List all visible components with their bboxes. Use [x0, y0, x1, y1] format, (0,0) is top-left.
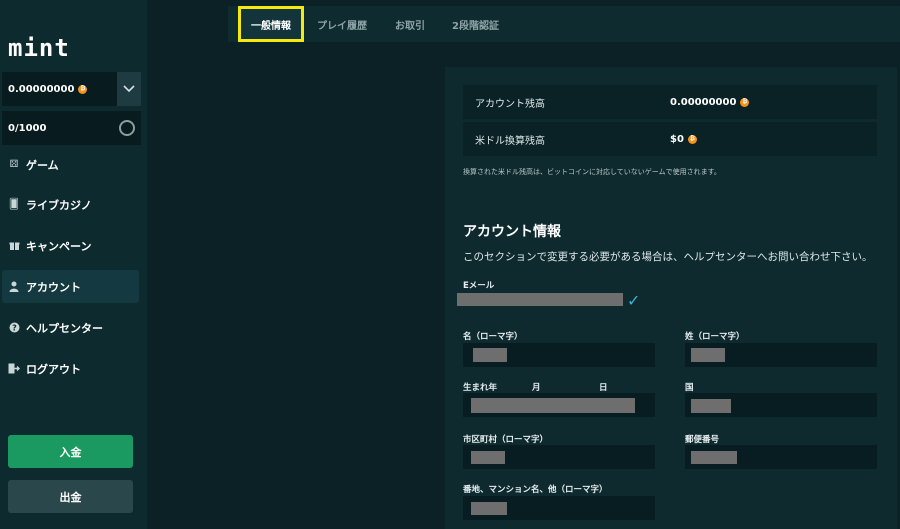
birth-month-label: 月 [532, 383, 541, 393]
address-value-redacted [471, 502, 507, 515]
sidebar-item-label: ログアウト [26, 362, 81, 376]
xp-progress: 0/1000 [2, 111, 141, 145]
account-tabs: 一般情報 プレイ履歴 お取引 2段階認証 [228, 6, 900, 42]
progress-ring-icon [119, 120, 135, 136]
city-value-redacted [471, 451, 505, 464]
wallet-balance[interactable]: 0.00000000 ₿ [2, 72, 141, 106]
help-icon: ? [8, 322, 20, 334]
sidebar-item-campaign[interactable]: キャンペーン [2, 229, 139, 262]
cards-icon: 🂠 [8, 199, 20, 210]
birth-date-value-redacted [471, 398, 635, 413]
city-field[interactable] [463, 445, 655, 469]
tab-transactions[interactable]: お取引 [395, 6, 425, 42]
sidebar-item-label: ゲーム [26, 158, 59, 172]
country-label: 国 [685, 383, 694, 393]
deposit-button[interactable]: 入金 [8, 435, 133, 468]
sidebar: mint 0.00000000 ₿ 0/1000 ⚄ ゲーム 🂠 ライブカジノ … [0, 0, 147, 529]
country-field[interactable] [685, 393, 877, 417]
account-info-title: アカウント情報 [463, 224, 561, 240]
last-name-value-redacted [691, 348, 725, 362]
last-name-field[interactable] [685, 343, 877, 367]
dice-icon: ⚄ [9, 159, 19, 170]
sidebar-item-account[interactable]: アカウント [2, 270, 139, 303]
chevron-down-icon [123, 85, 135, 93]
svg-text:?: ? [12, 323, 17, 332]
usd-balance-value: $0 [670, 133, 684, 145]
sidebar-item-live-casino[interactable]: 🂠 ライブカジノ [2, 188, 139, 221]
tab-general-info[interactable]: 一般情報 [238, 6, 304, 42]
bitcoin-icon: ₿ [78, 84, 88, 94]
bitcoin-icon: ₿ [740, 97, 750, 107]
usd-balance-note: 換算された米ドル残高は、ビットコインに対応していないゲームで使用されます。 [463, 168, 721, 176]
mint-logo[interactable]: mint [8, 34, 70, 62]
last-name-label: 姓（ローマ字） [685, 332, 745, 342]
first-name-field[interactable] [463, 343, 655, 367]
postal-code-label: 郵便番号 [685, 435, 720, 445]
country-value-redacted [691, 399, 731, 413]
sidebar-item-label: ヘルプセンター [26, 321, 103, 335]
city-label: 市区町村（ローマ字） [463, 435, 549, 445]
first-name-label: 名（ローマ字） [463, 332, 523, 342]
withdraw-button[interactable]: 出金 [8, 480, 133, 513]
account-balance-label: アカウント残高 [475, 98, 545, 110]
logout-icon [8, 363, 20, 375]
general-info-panel: アカウント残高 0.00000000 ₿ 米ドル換算残高 $0 ₿ 換算された米… [445, 67, 897, 529]
sidebar-item-label: ライブカジノ [26, 198, 92, 212]
birth-year-label: 生まれ年 [463, 383, 498, 393]
bitcoin-icon: ₿ [687, 134, 697, 144]
gift-icon [8, 240, 20, 252]
email-value-redacted [457, 293, 623, 306]
sidebar-item-help-center[interactable]: ? ヘルプセンター [2, 311, 139, 344]
address-field[interactable] [463, 496, 655, 520]
wallet-dropdown-button[interactable] [117, 72, 141, 106]
sidebar-item-games[interactable]: ⚄ ゲーム [2, 148, 139, 181]
usd-balance-row: 米ドル換算残高 $0 ₿ [463, 122, 877, 156]
tab-play-history[interactable]: プレイ履歴 [317, 6, 367, 42]
account-balance-value: 0.00000000 [670, 96, 737, 108]
birth-day-label: 日 [599, 383, 608, 393]
sidebar-item-label: アカウント [26, 280, 81, 294]
tab-two-factor-auth[interactable]: 2段階認証 [452, 6, 499, 42]
first-name-value-redacted [473, 348, 507, 362]
usd-balance-label: 米ドル換算残高 [475, 135, 545, 147]
address-label: 番地、マンション名、他（ローマ字） [463, 485, 608, 495]
xp-progress-text: 0/1000 [8, 122, 47, 134]
verified-check-icon: ✓ [627, 291, 641, 310]
sidebar-item-label: キャンペーン [26, 239, 92, 253]
postal-code-value-redacted [691, 451, 737, 464]
account-balance-row: アカウント残高 0.00000000 ₿ [463, 85, 877, 119]
birth-date-fields[interactable] [463, 393, 655, 417]
user-icon [8, 281, 20, 293]
postal-code-field[interactable] [685, 445, 877, 469]
sidebar-item-logout[interactable]: ログアウト [2, 352, 139, 385]
account-info-description: このセクションで変更する必要がある場合は、ヘルプセンターへお問い合わせ下さい。 [463, 251, 873, 263]
wallet-amount: 0.00000000 [8, 83, 75, 95]
email-label: Eメール [463, 281, 495, 291]
